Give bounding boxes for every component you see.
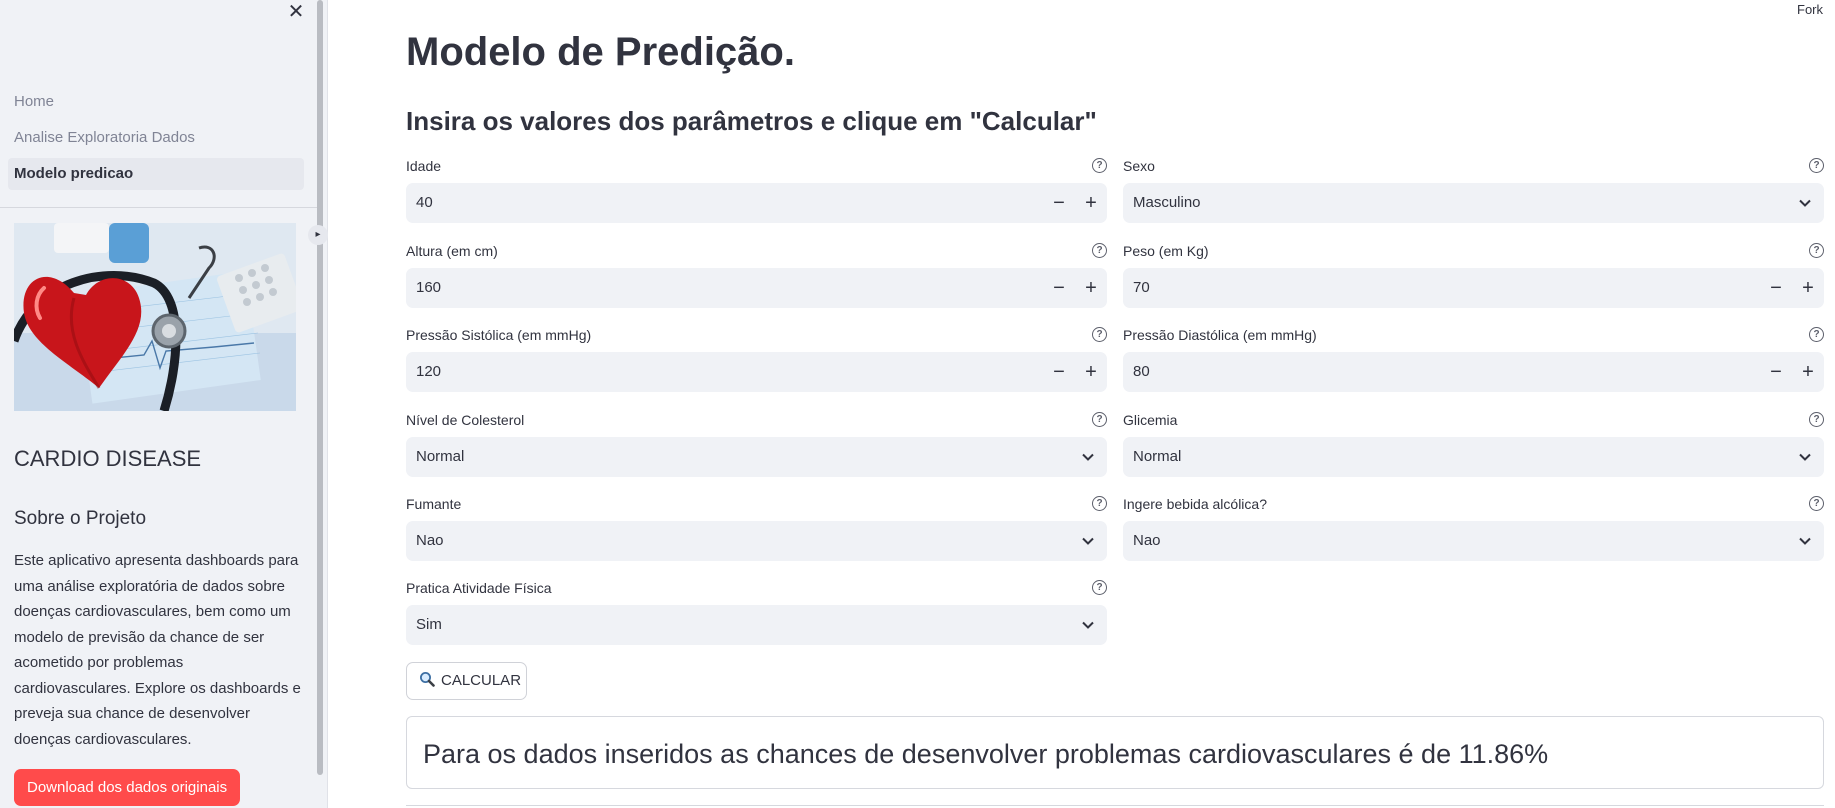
result-panel: Para os dados inseridos as chances de de…	[406, 716, 1824, 789]
sidebar-nav: Home Analise Exploratoria Dados Modelo p…	[0, 86, 312, 194]
help-icon[interactable]: ?	[1092, 158, 1107, 173]
diastolica-increment-button[interactable]: +	[1792, 352, 1824, 392]
sidebar-divider	[0, 207, 322, 208]
help-icon[interactable]: ?	[1092, 327, 1107, 342]
atividade-select[interactable]: Sim	[406, 605, 1107, 645]
diastolica-label: Pressão Diastólica (em mmHg)	[1123, 327, 1317, 343]
heart-stethoscope-image	[14, 223, 296, 411]
fork-button[interactable]: Fork	[1797, 2, 1823, 17]
glicemia-value: Normal	[1133, 448, 1182, 465]
help-icon[interactable]: ?	[1809, 243, 1824, 258]
alcool-select[interactable]: Nao	[1123, 521, 1824, 561]
idade-increment-button[interactable]: +	[1075, 183, 1107, 223]
magnifier-icon	[420, 672, 435, 687]
idade-label: Idade	[406, 158, 442, 174]
diastolica-decrement-button[interactable]: −	[1760, 352, 1792, 392]
diastolica-value: 80	[1133, 363, 1150, 380]
about-text: Este aplicativo apresenta dashboards par…	[14, 552, 301, 748]
peso-value: 70	[1133, 279, 1150, 296]
sistolica-input[interactable]: 120 − +	[406, 352, 1107, 392]
sistolica-value: 120	[416, 363, 442, 380]
help-icon[interactable]: ?	[1809, 327, 1824, 342]
sidebar-scrollbar[interactable]	[317, 0, 323, 775]
peso-label: Peso (em Kg)	[1123, 243, 1209, 259]
brand-title: CARDIO DISEASE	[14, 446, 202, 471]
chevron-down-icon	[1082, 621, 1094, 629]
sidebar-item-modelo[interactable]: Modelo predicao	[8, 158, 304, 190]
help-icon[interactable]: ?	[1809, 158, 1824, 173]
help-icon[interactable]: ?	[1809, 412, 1824, 427]
atividade-label: Pratica Atividade Física	[406, 580, 552, 596]
altura-label: Altura (em cm)	[406, 243, 498, 259]
chevron-down-icon	[1082, 453, 1094, 461]
help-icon[interactable]: ?	[1092, 496, 1107, 511]
fumante-select[interactable]: Nao	[406, 521, 1107, 561]
sidebar-item-analise[interactable]: Analise Exploratoria Dados	[8, 122, 304, 154]
page-title: Modelo de Predição.	[406, 30, 795, 74]
download-button[interactable]: Download dos dados originais	[14, 769, 241, 806]
sexo-label: Sexo	[1123, 158, 1155, 174]
help-icon[interactable]: ?	[1092, 412, 1107, 427]
idade-input[interactable]: 40 − +	[406, 183, 1107, 223]
fumante-value: Nao	[416, 532, 444, 549]
sistolica-decrement-button[interactable]: −	[1043, 352, 1075, 392]
alcool-label: Ingere bebida alcólica?	[1123, 496, 1267, 512]
peso-input[interactable]: 70 − +	[1123, 268, 1824, 308]
help-icon[interactable]: ?	[1092, 580, 1107, 595]
glicemia-select[interactable]: Normal	[1123, 437, 1824, 477]
calculate-label: CALCULAR	[441, 672, 522, 689]
altura-increment-button[interactable]: +	[1075, 268, 1107, 308]
chevron-down-icon	[1082, 537, 1094, 545]
colesterol-select[interactable]: Normal	[406, 437, 1107, 477]
colesterol-value: Normal	[416, 448, 465, 465]
sexo-select[interactable]: Masculino	[1123, 183, 1824, 223]
altura-decrement-button[interactable]: −	[1043, 268, 1075, 308]
altura-input[interactable]: 160 − +	[406, 268, 1107, 308]
about-title: Sobre o Projeto	[14, 508, 147, 529]
chevron-down-icon	[1799, 537, 1811, 545]
chevron-down-icon	[1799, 453, 1811, 461]
result-text: Para os dados inseridos as chances de de…	[423, 739, 1549, 769]
idade-decrement-button[interactable]: −	[1043, 183, 1075, 223]
calculate-button[interactable]: CALCULAR	[406, 662, 527, 700]
peso-increment-button[interactable]: +	[1792, 268, 1824, 308]
alcool-value: Nao	[1133, 532, 1161, 549]
page-subtitle: Insira os valores dos parâmetros e cliqu…	[406, 106, 1097, 136]
glicemia-label: Glicemia	[1123, 412, 1178, 428]
altura-value: 160	[416, 279, 442, 296]
sidebar-collapse-icon[interactable]: ▸	[308, 225, 328, 245]
help-icon[interactable]: ?	[1092, 243, 1107, 258]
sistolica-increment-button[interactable]: +	[1075, 352, 1107, 392]
sistolica-label: Pressão Sistólica (em mmHg)	[406, 327, 592, 343]
atividade-value: Sim	[416, 616, 442, 633]
fumante-label: Fumante	[406, 496, 462, 512]
sexo-value: Masculino	[1133, 194, 1201, 211]
sidebar-item-home[interactable]: Home	[8, 86, 304, 118]
close-icon[interactable]: ✕	[286, 2, 306, 22]
peso-decrement-button[interactable]: −	[1760, 268, 1792, 308]
sidebar: ✕ Home Analise Exploratoria Dados Modelo…	[0, 0, 328, 808]
colesterol-label: Nível de Colesterol	[406, 412, 525, 428]
idade-value: 40	[416, 194, 433, 211]
diastolica-input[interactable]: 80 − +	[1123, 352, 1824, 392]
chevron-down-icon	[1799, 199, 1811, 207]
help-icon[interactable]: ?	[1809, 496, 1824, 511]
